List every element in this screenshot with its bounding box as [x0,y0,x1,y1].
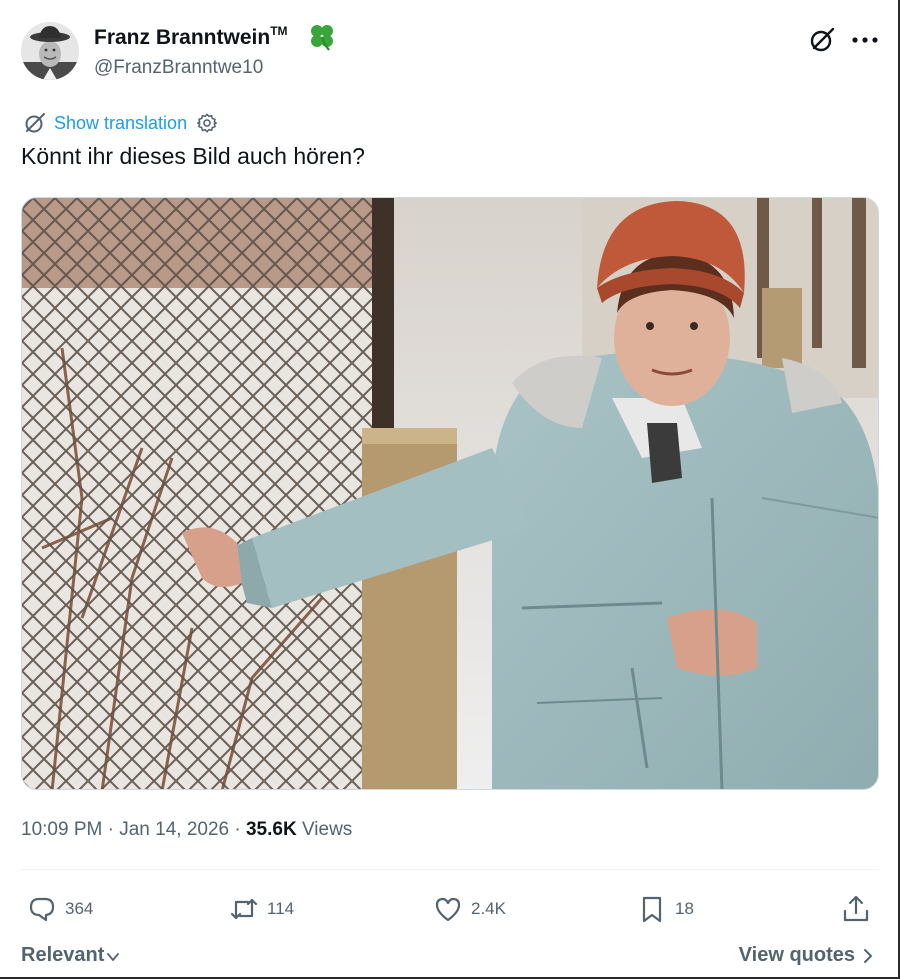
chevron-right-icon [864,948,872,963]
avatar-image [21,22,79,80]
avatar[interactable] [21,22,79,80]
author-name[interactable]: Franz BranntweinTM [94,24,288,50]
like-button[interactable]: 2.4K [433,893,506,925]
tweet-date[interactable]: Jan 14, 2026 [119,819,229,840]
reply-icon [29,897,55,922]
sort-label: Relevant [21,944,105,966]
translation-row: Show translation [23,110,218,136]
author-handle[interactable]: @FranzBranntwe10 [94,57,263,79]
photo-illustration [22,198,878,789]
repost-button[interactable]: 114 [229,893,294,925]
meta-separator: · [102,819,120,840]
author-name-text: Franz Branntwein [94,26,271,49]
share-icon[interactable] [841,894,871,924]
meta-separator: · [229,819,246,840]
repost-count: 114 [267,899,295,918]
chevron-down-icon [107,953,120,961]
views-count: 35.6K [245,819,297,840]
tweet-meta: 10:09 PM · Jan 14, 2026 · 35.6K Views [21,819,352,841]
bookmark-button[interactable]: 18 [637,893,694,925]
sort-replies-dropdown[interactable]: Relevant [21,944,120,967]
views-label: Views [301,819,353,840]
tweet-text: Könnt ihr dieses Bild auch hören? [21,143,365,169]
reply-count: 364 [65,899,94,918]
view-quotes-link[interactable]: View quotes [739,944,875,967]
trademark-sup: TM [270,24,288,38]
grok-translate-icon [25,113,45,133]
more-horizontal-icon[interactable] [851,36,879,44]
four-leaf-clover-icon [311,25,333,51]
like-count: 2.4K [471,899,506,918]
bookmark-count: 18 [675,899,694,918]
repost-icon [230,898,258,920]
reply-button[interactable]: 364 [27,893,93,925]
view-quotes-label: View quotes [738,944,855,966]
heart-icon [435,897,461,922]
tweet-photo[interactable] [21,197,879,790]
divider [21,869,879,870]
show-translation-link[interactable]: Show translation [54,113,187,134]
grok-icon[interactable] [808,26,836,54]
tweet-card: Franz BranntweinTM @FranzBranntwe10 Show… [0,0,900,979]
gear-icon[interactable] [196,112,218,134]
bookmark-icon [642,896,662,923]
tweet-time[interactable]: 10:09 PM [21,819,102,840]
